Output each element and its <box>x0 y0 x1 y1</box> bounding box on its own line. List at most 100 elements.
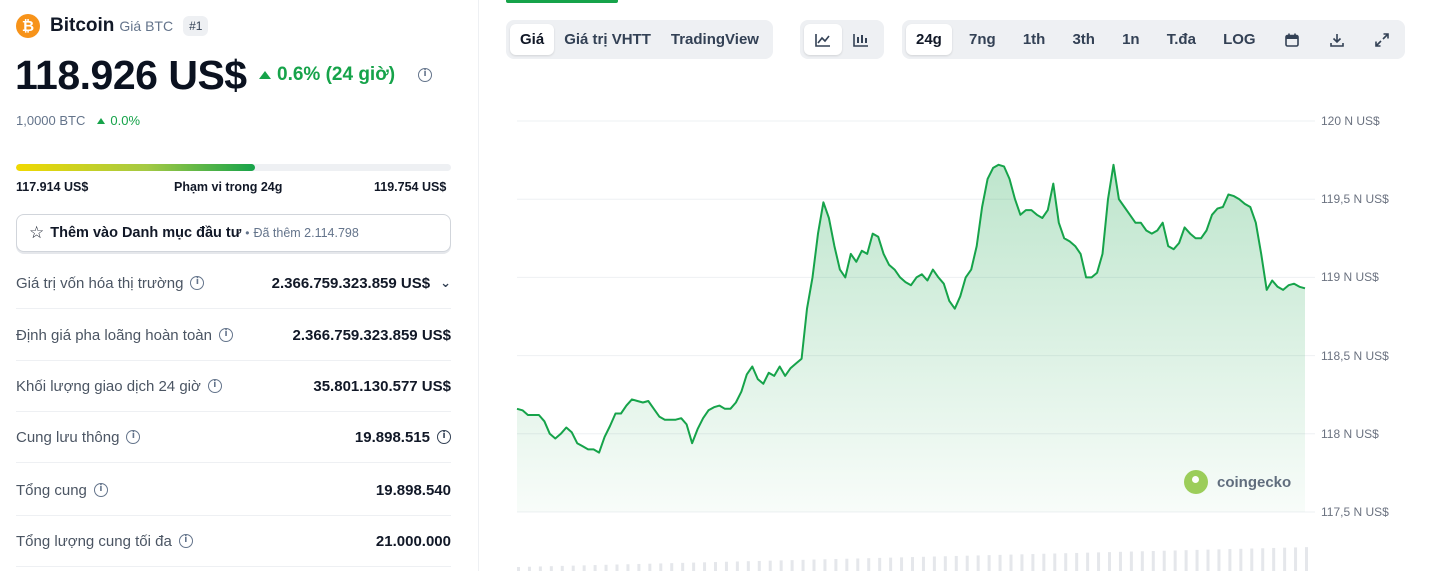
stat-label-text: Cung lưu thông <box>16 428 120 446</box>
volume-bar <box>878 557 882 571</box>
volume-bar <box>911 557 914 571</box>
bitcoin-logo-icon: ₿ <box>16 14 40 38</box>
stat-label: Tổng cung i <box>16 482 108 499</box>
btc-change: 0.0% <box>110 113 141 128</box>
stat-row-market-cap[interactable]: Giá trị vốn hóa thị trường i 2.366.759.3… <box>16 258 451 309</box>
range-1m-button[interactable]: 1th <box>1013 24 1056 55</box>
tab-market-cap[interactable]: Giá trị VHTT <box>554 24 661 55</box>
range-max-button[interactable]: T.đa <box>1157 24 1206 55</box>
line-chart-icon[interactable] <box>804 24 842 55</box>
watermark-text: coingecko <box>1217 473 1292 491</box>
coin-page: ₿ Bitcoin Giá BTC #1 118.926 US$ 0.6% (2… <box>0 0 1431 571</box>
y-tick-label: 119 N US$ <box>1321 270 1379 285</box>
volume-bar <box>670 563 674 571</box>
volume-bar <box>1053 553 1057 571</box>
volume-bar <box>549 566 553 571</box>
price-chart[interactable] <box>479 90 1431 571</box>
stat-label-text: Định giá pha loãng hoàn toàn <box>16 326 212 344</box>
star-icon: ☆ <box>29 223 45 243</box>
download-icon[interactable] <box>1318 24 1356 55</box>
calendar-icon[interactable] <box>1273 24 1311 55</box>
volume-bar <box>779 560 783 571</box>
info-icon[interactable]: i <box>219 328 233 342</box>
info-icon[interactable]: i <box>190 276 205 290</box>
add-to-portfolio-label: Thêm vào Danh mục đầu tư <box>50 225 242 241</box>
log-scale-button[interactable]: LOG <box>1213 24 1266 55</box>
candlestick-icon[interactable] <box>842 24 880 55</box>
volume-bar <box>856 558 860 571</box>
volume-bar <box>889 557 893 571</box>
stat-label: Tổng lượng cung tối đa i <box>16 533 193 550</box>
volume-bar <box>1294 547 1298 571</box>
volume-bar <box>735 561 739 571</box>
volume-bar <box>757 560 761 571</box>
volume-bar <box>527 566 531 571</box>
volume-bar <box>1009 554 1013 571</box>
volume-bar <box>604 564 608 571</box>
info-icon[interactable]: i <box>418 68 432 82</box>
volume-bar <box>681 562 685 571</box>
coingecko-watermark: coingecko <box>1184 470 1291 494</box>
stat-label-text: Tổng cung <box>16 481 87 499</box>
volume-bar <box>571 565 575 571</box>
volume-bar <box>560 565 564 571</box>
volume-bar <box>790 560 794 571</box>
range-7d-button[interactable]: 7ng <box>959 24 1006 55</box>
btc-conversion: 1,0000 BTC 0.0% <box>16 113 140 128</box>
stat-label-text: Giá trị vốn hóa thị trường <box>16 274 184 292</box>
chevron-down-icon[interactable]: ⌄ <box>440 276 451 291</box>
y-tick-label: 119,5 N US$ <box>1321 192 1389 207</box>
volume-bar <box>1217 549 1221 571</box>
price-change-text: 0.6% (24 giờ) <box>277 64 396 85</box>
volume-bar <box>648 563 652 571</box>
range-label: Phạm vi trong 24g <box>174 180 283 194</box>
chart-panel: Giá Giá trị VHTT TradingView 24g 7ng 1th… <box>479 0 1431 571</box>
coin-summary-panel: ₿ Bitcoin Giá BTC #1 118.926 US$ 0.6% (2… <box>0 0 478 571</box>
volume-bar <box>1097 552 1101 571</box>
volume-bar <box>746 561 750 571</box>
volume-bar <box>517 567 520 571</box>
coin-header: ₿ Bitcoin Giá BTC #1 <box>16 14 209 38</box>
volume-bar <box>1162 550 1166 571</box>
volume-bar <box>954 555 958 571</box>
range-3m-button[interactable]: 3th <box>1062 24 1105 55</box>
stat-row-max-supply: Tổng lượng cung tối đa i 21.000.000 <box>16 516 451 567</box>
info-icon[interactable]: i <box>126 430 141 444</box>
tab-price[interactable]: Giá <box>510 24 555 55</box>
volume-bar <box>1086 552 1090 571</box>
volume-bar <box>1206 549 1210 571</box>
coin-name: Bitcoin <box>50 15 115 36</box>
up-arrow-icon <box>259 71 271 79</box>
stat-row-total-supply: Tổng cung i 19.898.540 <box>16 465 451 516</box>
fullscreen-icon[interactable] <box>1363 24 1401 55</box>
price-range-fill <box>16 164 256 171</box>
info-icon[interactable]: i <box>437 430 451 444</box>
range-1y-button[interactable]: 1n <box>1112 24 1150 55</box>
portfolio-count: Đã thêm 2.114.798 <box>253 226 359 240</box>
btc-amount: 1,0000 BTC <box>16 113 86 128</box>
stat-row-volume: Khối lượng giao dịch 24 giờ i 35.801.130… <box>16 361 451 412</box>
info-icon[interactable]: i <box>178 534 193 548</box>
volume-bar <box>1031 554 1035 571</box>
stat-label: Định giá pha loãng hoàn toàn i <box>16 327 233 344</box>
add-to-portfolio-button[interactable]: ☆ Thêm vào Danh mục đầu tư • Đã thêm 2.1… <box>16 214 451 252</box>
volume-bar <box>593 565 597 571</box>
volume-bar <box>932 556 936 571</box>
stat-value: 35.801.130.577 US$ <box>313 378 451 395</box>
volume-bar <box>1042 553 1046 571</box>
range-low: 117.914 US$ <box>16 180 89 194</box>
stat-row-fdv: Định giá pha loãng hoàn toàn i 2.366.759… <box>16 310 451 361</box>
info-icon[interactable]: i <box>207 379 222 393</box>
volume-bar <box>1129 551 1133 571</box>
volume-bar <box>900 557 904 571</box>
y-tick-label: 118 N US$ <box>1321 426 1379 441</box>
info-icon[interactable]: i <box>93 483 108 497</box>
volume-bar <box>1228 549 1232 571</box>
y-tick-label: 117,5 N US$ <box>1321 505 1389 519</box>
y-tick-label: 120 N US$ <box>1321 114 1380 128</box>
tab-tradingview[interactable]: TradingView <box>661 24 769 55</box>
volume-bar <box>659 563 663 571</box>
stat-label: Giá trị vốn hóa thị trường i <box>16 274 205 292</box>
volume-bar <box>1283 547 1287 571</box>
range-24h-button[interactable]: 24g <box>906 24 952 55</box>
